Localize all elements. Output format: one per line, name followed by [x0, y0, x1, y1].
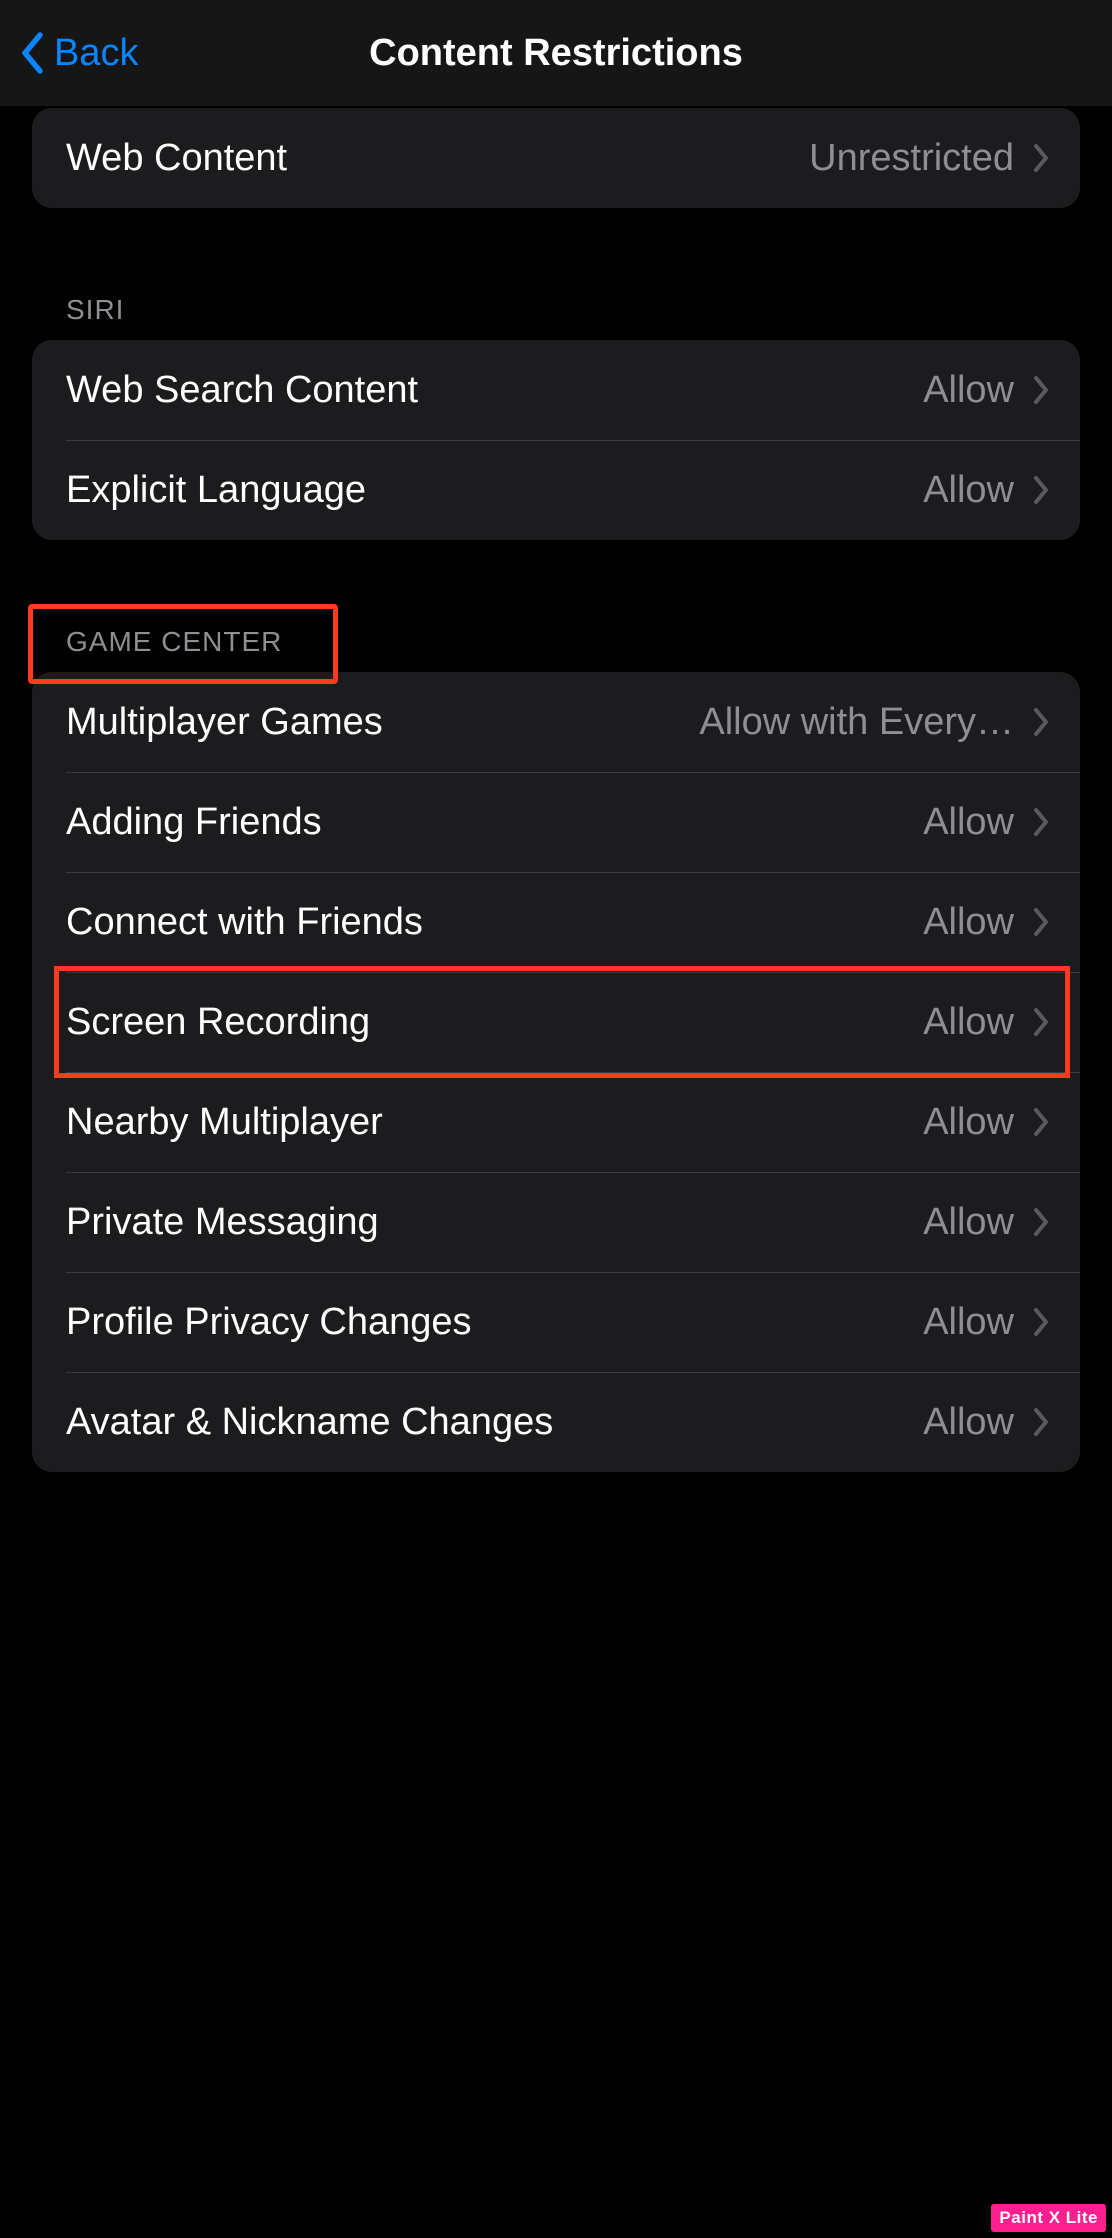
chevron-right-icon — [1032, 1207, 1050, 1237]
row-private-messaging[interactable]: Private Messaging Allow — [32, 1172, 1080, 1272]
chevron-right-icon — [1032, 143, 1050, 173]
row-value: Allow — [923, 1401, 1014, 1444]
row-label: Explicit Language — [66, 469, 366, 512]
chevron-right-icon — [1032, 375, 1050, 405]
row-label: Private Messaging — [66, 1201, 379, 1244]
row-web-content[interactable]: Web Content Unrestricted — [32, 108, 1080, 208]
nav-bar: Back Content Restrictions — [0, 0, 1112, 106]
back-button[interactable]: Back — [20, 32, 138, 75]
row-label: Connect with Friends — [66, 901, 423, 944]
watermark: Paint X Lite — [991, 2204, 1106, 2232]
page-title: Content Restrictions — [0, 32, 1112, 75]
row-value: Allow — [923, 469, 1014, 512]
group-siri: Web Search Content Allow Explicit Langua… — [32, 340, 1080, 540]
row-label: Adding Friends — [66, 801, 322, 844]
chevron-right-icon — [1032, 907, 1050, 937]
chevron-right-icon — [1032, 707, 1050, 737]
row-adding-friends[interactable]: Adding Friends Allow — [32, 772, 1080, 872]
row-value: Allow — [923, 801, 1014, 844]
chevron-right-icon — [1032, 1007, 1050, 1037]
row-connect-with-friends[interactable]: Connect with Friends Allow — [32, 872, 1080, 972]
chevron-right-icon — [1032, 1107, 1050, 1137]
group-web-content: Web Content Unrestricted — [32, 108, 1080, 208]
row-value: Allow — [923, 369, 1014, 412]
chevron-right-icon — [1032, 807, 1050, 837]
row-label: Screen Recording — [66, 1001, 370, 1044]
row-label: Multiplayer Games — [66, 701, 383, 744]
chevron-right-icon — [1032, 1407, 1050, 1437]
row-multiplayer-games[interactable]: Multiplayer Games Allow with Every… — [32, 672, 1080, 772]
row-label: Avatar & Nickname Changes — [66, 1401, 553, 1444]
row-web-search-content[interactable]: Web Search Content Allow — [32, 340, 1080, 440]
chevron-right-icon — [1032, 475, 1050, 505]
group-game-center: Multiplayer Games Allow with Every… Addi… — [32, 672, 1080, 1472]
chevron-right-icon — [1032, 1307, 1050, 1337]
row-value: Allow — [923, 1101, 1014, 1144]
row-value: Allow with Every… — [699, 701, 1014, 744]
row-nearby-multiplayer[interactable]: Nearby Multiplayer Allow — [32, 1072, 1080, 1172]
row-value: Allow — [923, 901, 1014, 944]
section-header-game-center: GAME CENTER — [32, 626, 1080, 672]
row-label: Nearby Multiplayer — [66, 1101, 383, 1144]
chevron-left-icon — [20, 32, 44, 74]
row-value: Allow — [923, 1001, 1014, 1044]
row-value: Allow — [923, 1201, 1014, 1244]
row-profile-privacy-changes[interactable]: Profile Privacy Changes Allow — [32, 1272, 1080, 1372]
row-screen-recording[interactable]: Screen Recording Allow — [32, 972, 1080, 1072]
row-value: Unrestricted — [809, 137, 1014, 180]
row-label: Profile Privacy Changes — [66, 1301, 472, 1344]
row-avatar-nickname-changes[interactable]: Avatar & Nickname Changes Allow — [32, 1372, 1080, 1472]
section-header-siri: SIRI — [32, 294, 1080, 340]
row-label: Web Content — [66, 137, 287, 180]
row-value: Allow — [923, 1301, 1014, 1344]
row-label: Web Search Content — [66, 369, 418, 412]
row-explicit-language[interactable]: Explicit Language Allow — [32, 440, 1080, 540]
back-label: Back — [54, 32, 138, 75]
